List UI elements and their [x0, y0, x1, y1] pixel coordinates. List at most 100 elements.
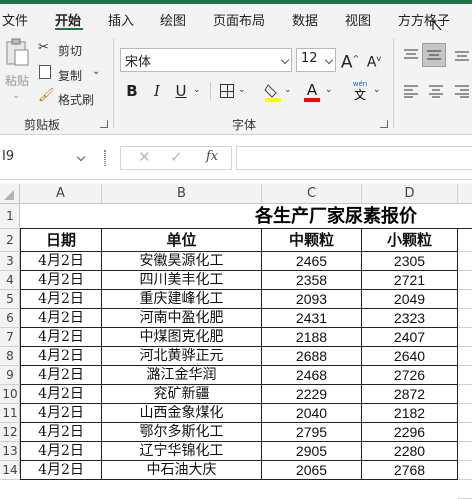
- tab-home[interactable]: 开始: [55, 10, 81, 29]
- cell-medium-granule[interactable]: 2465: [262, 252, 362, 271]
- cell-empty[interactable]: [458, 229, 472, 252]
- shrink-font-button[interactable]: Av: [364, 48, 384, 71]
- cell-medium-granule[interactable]: 2093: [262, 290, 362, 309]
- row-header[interactable]: 11: [0, 404, 20, 423]
- cell-medium-granule[interactable]: 2040: [262, 404, 362, 423]
- row-header[interactable]: 5: [0, 290, 20, 309]
- fill-color-button[interactable]: [264, 82, 282, 102]
- align-bottom-icon[interactable]: [454, 48, 470, 62]
- cell-empty[interactable]: [458, 480, 472, 499]
- cancel-icon[interactable]: ✕: [138, 148, 151, 166]
- cell-unit[interactable]: 辽宁华锦化工: [102, 442, 262, 461]
- column-header-a[interactable]: A: [20, 184, 102, 204]
- cell-date[interactable]: 4月2日: [20, 309, 102, 328]
- tab-view[interactable]: 视图: [345, 10, 371, 29]
- cell-unit[interactable]: 重庆建峰化工: [102, 290, 262, 309]
- cell-date[interactable]: 4月2日: [20, 328, 102, 347]
- copy-button[interactable]: 复制 ⌄: [38, 64, 102, 84]
- enter-icon[interactable]: ✓: [170, 148, 183, 166]
- font-name-select[interactable]: 宋体: [120, 48, 292, 72]
- cell-medium-granule[interactable]: 2431: [262, 309, 362, 328]
- copy-dropdown-icon[interactable]: ⌄: [92, 66, 100, 77]
- phonetic-dropdown-icon[interactable]: ⌄: [373, 85, 381, 95]
- cell-date[interactable]: 4月2日: [20, 366, 102, 385]
- cell-small-granule[interactable]: 2872: [362, 385, 458, 404]
- align-right-icon[interactable]: [454, 84, 470, 98]
- row-header[interactable]: 6: [0, 309, 20, 328]
- header-cell-unit[interactable]: 单位: [102, 229, 262, 252]
- cell-empty[interactable]: [458, 385, 472, 404]
- cell-empty[interactable]: [458, 309, 472, 328]
- column-header-d[interactable]: D: [362, 184, 458, 204]
- header-cell-medium-granule[interactable]: 中颗粒: [262, 229, 362, 252]
- cell-small-granule[interactable]: 2407: [362, 328, 458, 347]
- cell-date[interactable]: 4月2日: [20, 347, 102, 366]
- formula-input[interactable]: [236, 146, 472, 170]
- font-color-dropdown-icon[interactable]: ⌄: [325, 85, 333, 95]
- cell-empty[interactable]: [458, 423, 472, 442]
- paste-button[interactable]: 粘贴 ⌄: [4, 38, 30, 108]
- cell-date[interactable]: 4月2日: [20, 442, 102, 461]
- row-header[interactable]: 13: [0, 442, 20, 461]
- cell-medium-granule[interactable]: 2188: [262, 328, 362, 347]
- cell-small-granule[interactable]: 2721: [362, 271, 458, 290]
- sheet-title-cell[interactable]: 各生产厂家尿素报价: [20, 204, 472, 229]
- cell-date[interactable]: 4月2日: [20, 423, 102, 442]
- align-center-icon[interactable]: [428, 84, 444, 98]
- name-box[interactable]: I9: [0, 146, 90, 170]
- cell-unit[interactable]: 潞江金华润: [102, 366, 262, 385]
- cell-date[interactable]: 4月2日: [20, 271, 102, 290]
- borders-dropdown-icon[interactable]: ⌄: [238, 85, 246, 95]
- tab-insert[interactable]: 插入: [108, 10, 134, 29]
- borders-button[interactable]: [220, 84, 234, 98]
- align-top-icon[interactable]: [403, 48, 419, 62]
- row-header[interactable]: 9: [0, 366, 20, 385]
- tab-data[interactable]: 数据: [292, 10, 318, 29]
- cell-unit[interactable]: 兖矿新疆: [102, 385, 262, 404]
- cell-unit[interactable]: 中煤图克化肥: [102, 328, 262, 347]
- column-header-b[interactable]: B: [102, 184, 262, 204]
- font-color-button[interactable]: A: [303, 80, 321, 102]
- cell-small-granule[interactable]: 2305: [362, 252, 458, 271]
- cell-empty[interactable]: [458, 404, 472, 423]
- font-launcher-icon[interactable]: [380, 120, 388, 128]
- header-cell-small-granule[interactable]: 小颗粒: [362, 229, 458, 252]
- cell-medium-granule[interactable]: 2795: [262, 423, 362, 442]
- cell-empty[interactable]: [458, 271, 472, 290]
- align-left-icon[interactable]: [403, 84, 419, 98]
- tab-file[interactable]: 文件: [2, 10, 28, 29]
- row-header[interactable]: 3: [0, 252, 20, 271]
- format-painter-button[interactable]: 🖌 格式刷: [38, 88, 102, 108]
- cell-small-granule[interactable]: 2280: [362, 442, 458, 461]
- cell-small-granule[interactable]: 2640: [362, 347, 458, 366]
- cell-unit[interactable]: 安徽昊源化工: [102, 252, 262, 271]
- paste-dropdown-icon[interactable]: ⌄: [12, 90, 20, 101]
- row-header[interactable]: 1: [0, 204, 20, 229]
- insert-function-button[interactable]: fx: [206, 149, 218, 164]
- cell-unit[interactable]: 山西金象煤化: [102, 404, 262, 423]
- cell-empty[interactable]: [458, 442, 472, 461]
- row-header[interactable]: 12: [0, 423, 20, 442]
- cell-date[interactable]: 4月2日: [20, 385, 102, 404]
- cell-empty[interactable]: [458, 328, 472, 347]
- cell-small-granule[interactable]: 2323: [362, 309, 458, 328]
- cell-medium-granule[interactable]: 2688: [262, 347, 362, 366]
- underline-button[interactable]: U: [171, 80, 191, 102]
- column-header-c[interactable]: C: [262, 184, 362, 204]
- cell-medium-granule[interactable]: 2358: [262, 271, 362, 290]
- tab-page-layout[interactable]: 页面布局: [213, 10, 265, 29]
- cell-small-granule[interactable]: 2726: [362, 366, 458, 385]
- column-header-e[interactable]: [458, 184, 472, 204]
- font-size-select[interactable]: 12: [296, 48, 336, 72]
- grow-font-button[interactable]: A^: [340, 48, 360, 73]
- header-cell-date[interactable]: 日期: [20, 229, 102, 252]
- cell-small-granule[interactable]: 2049: [362, 290, 458, 309]
- cell-unit[interactable]: 河南中盈化肥: [102, 309, 262, 328]
- formula-bar-grip[interactable]: [104, 150, 106, 166]
- italic-button[interactable]: I: [147, 80, 167, 102]
- row-header[interactable]: 7: [0, 328, 20, 347]
- cell-medium-granule[interactable]: 2468: [262, 366, 362, 385]
- cell-small-granule[interactable]: 2296: [362, 423, 458, 442]
- cell-unit[interactable]: 四川美丰化工: [102, 271, 262, 290]
- tab-draw[interactable]: 绘图: [160, 10, 186, 29]
